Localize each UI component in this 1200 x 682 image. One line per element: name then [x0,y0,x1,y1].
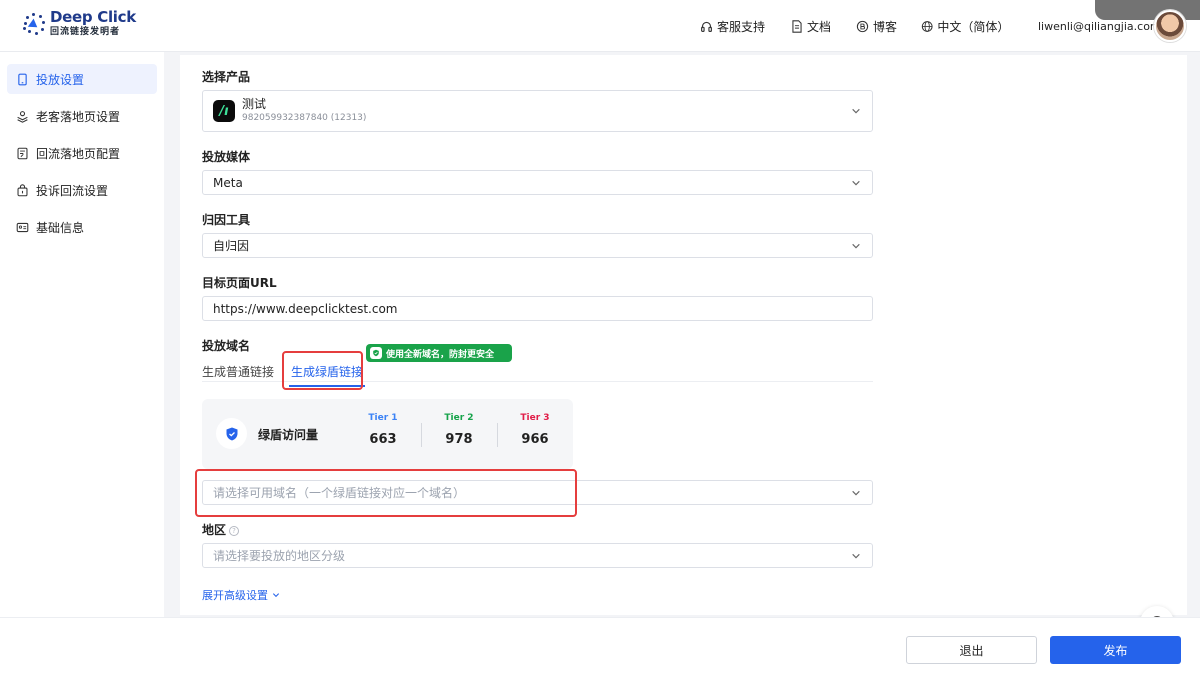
shield-icon [216,418,247,449]
nav-language-label: 中文（简体） [937,19,1010,34]
sidebar-item-returning-landing[interactable]: 老客落地页设置 [7,101,157,131]
logo-mark-icon [22,12,46,36]
publish-button[interactable]: 发布 [1050,636,1181,664]
nav-support-label: 客服支持 [717,19,766,34]
info-icon[interactable]: ? [229,526,240,536]
chevron-down-icon [852,180,860,185]
product-id: 982059932387840 (12313) [242,112,367,123]
avatar[interactable] [1154,10,1186,42]
document-icon [792,19,802,33]
region-label: 地区? [202,521,240,538]
id-card-icon [16,222,29,232]
exit-button[interactable]: 退出 [906,636,1037,664]
sidebar-item-label: 投放设置 [36,72,85,87]
highlight-box-tab [282,351,363,390]
sidebar-item-label: 老客落地页设置 [36,109,121,124]
media-label: 投放媒体 [202,150,251,164]
product-label: 选择产品 [202,70,251,84]
product-logo-icon: /ı [213,100,235,122]
chevron-down-icon [852,108,860,114]
nav-user-email[interactable]: liwenli@qiliangjia.com [1038,20,1161,33]
globe-icon [921,20,933,32]
highlight-box-domain [195,469,577,517]
deepclick-logo[interactable]: Deep Click 回流链接发明者 [22,10,136,37]
product-select[interactable]: /ı 测试 982059932387840 (12313) [202,90,873,132]
region-select[interactable]: 请选择要投放的地区分级 [202,543,873,568]
media-value: Meta [213,175,243,190]
chevron-down-icon [272,593,279,598]
green-shield-stats-card: 绿盾访问量 Tier 1 663 Tier 2 978 Tier 3 966 [202,399,573,469]
target-url-input[interactable]: https://www.deepclicktest.com [202,296,873,321]
headset-icon [701,21,712,32]
chevron-down-icon [852,490,860,495]
tier-1-name: Tier 1 [368,413,398,423]
sidebar-item-complaint-backflow[interactable]: 投诉回流设置 [7,175,157,205]
tier-3-name: Tier 3 [520,413,550,423]
nav-blog-label: 博客 [873,19,898,34]
nav-docs-label: 文档 [807,19,832,34]
domain-label: 投放域名 [202,339,251,353]
tier-2-stat: Tier 2 978 [439,413,479,447]
phone-icon [18,73,27,85]
attribution-value: 自归因 [213,239,250,253]
sidebar-item-label: 回流落地页配置 [36,146,121,161]
tier-1-stat: Tier 1 663 [363,413,403,447]
attribution-select[interactable]: 自归因 [202,233,873,258]
target-url-value: https://www.deepclicktest.com [213,301,398,316]
divider [497,423,498,447]
advanced-settings-toggle[interactable]: 展开高级设置 [202,587,280,603]
divider [421,423,422,447]
target-url-label: 目标页面URL [202,276,277,290]
tier-2-name: Tier 2 [444,413,474,423]
footer-bar: 退出 发布 [0,617,1200,682]
sidebar: 投放设置 老客落地页设置 回流落地页配置 投诉回流设置 基础信息 [0,52,164,682]
tab-normal-link[interactable]: 生成普通链接 [202,363,274,380]
product-name: 测试 [242,97,267,112]
nav-docs[interactable]: 文档 [791,18,831,35]
tier-2-value: 978 [445,432,473,447]
user-stack-icon [17,110,28,123]
main-form-panel: 选择产品 /ı 测试 982059932387840 (12313) 投放媒体 … [180,55,1187,640]
region-select-placeholder: 请选择要投放的地区分级 [213,549,346,563]
chevron-down-icon [852,553,860,558]
nav-blog[interactable]: 博客 [856,18,897,35]
chevron-down-icon [852,243,860,248]
sidebar-item-label: 投诉回流设置 [36,183,109,198]
sidebar-item-basic-info[interactable]: 基础信息 [7,212,157,242]
media-select[interactable]: Meta [202,170,873,195]
advanced-label: 展开高级设置 [202,589,268,602]
lock-box-icon [17,183,28,196]
region-label-text: 地区 [202,523,227,537]
top-header: Deep Click 回流链接发明者 客服支持 文档 博客 中文（简体） liw… [0,0,1200,52]
stats-label: 绿盾访问量 [258,428,319,442]
logo-subtitle: 回流链接发明者 [50,27,121,37]
sidebar-item-label: 基础信息 [36,220,85,235]
user-email: liwenli@qiliangjia.com [1038,19,1161,33]
logo-title: Deep Click [50,8,136,26]
tier-3-stat: Tier 3 966 [515,413,555,447]
sidebar-item-delivery-settings[interactable]: 投放设置 [7,64,157,94]
tier-3-value: 966 [521,432,549,447]
page-edit-icon [17,147,28,159]
nav-support[interactable]: 客服支持 [700,18,770,35]
nav-language[interactable]: 中文（简体） [921,18,1010,35]
sidebar-item-backflow-landing[interactable]: 回流落地页配置 [7,138,157,168]
attribution-label: 归因工具 [202,213,251,227]
tier-1-value: 663 [369,432,397,447]
window-overlay [1095,0,1200,20]
blog-icon [856,20,869,32]
